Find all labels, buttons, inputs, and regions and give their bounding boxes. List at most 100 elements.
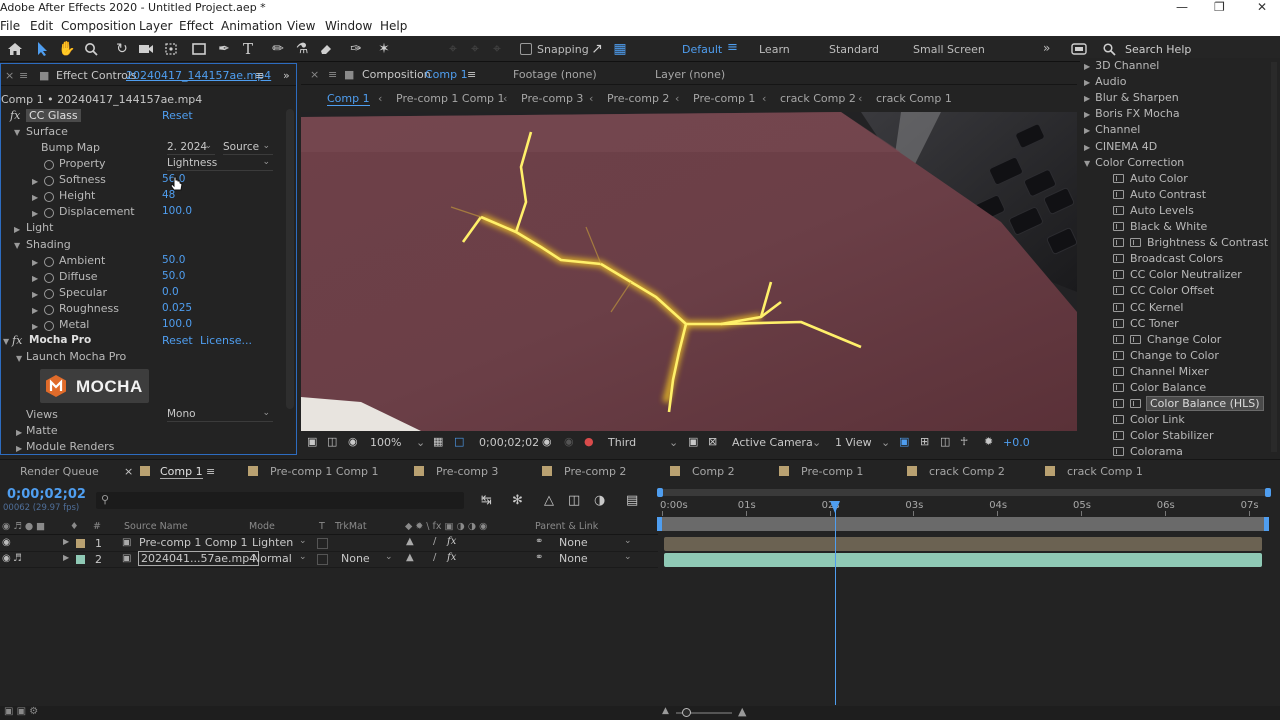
mocha-license[interactable]: License... (200, 334, 252, 347)
breadcrumb-pre-comp-1-comp-1[interactable]: Pre-comp 1 Comp 1 (396, 92, 505, 105)
work-area-range[interactable] (660, 517, 1268, 531)
puppet-tool-icon[interactable]: ✶ (375, 40, 393, 58)
mode-header[interactable]: Mode (249, 521, 275, 532)
parent-link-header[interactable]: Parent & Link (535, 521, 598, 532)
close-button[interactable]: ✕ (1257, 0, 1267, 14)
menu-view[interactable]: View (287, 19, 315, 33)
fx-switch-icon[interactable]: fx (447, 552, 456, 563)
channel-rgb-icon[interactable]: ● (584, 435, 594, 448)
effect-item[interactable]: Auto Levels (1113, 204, 1194, 217)
views-dropdown[interactable]: Mono ⌄ (167, 408, 273, 422)
close-tab-icon[interactable]: × (124, 465, 133, 478)
lock-icon[interactable]: ■ (344, 68, 354, 81)
eye-icon[interactable]: ◉ (348, 435, 358, 448)
exposure-value[interactable]: +0.0 (1003, 436, 1030, 449)
tab-menu-icon[interactable]: ≡ (255, 69, 264, 82)
work-area-bar[interactable] (660, 489, 1268, 496)
layer-blend-mode[interactable]: Normal (252, 552, 292, 565)
snap-extents-icon[interactable]: ▦ (611, 40, 629, 58)
menu-effect[interactable]: Effect (179, 19, 214, 33)
fit-icon[interactable]: ▦ (433, 435, 443, 448)
eraser-tool-icon[interactable] (317, 40, 335, 58)
view-layout-dropdown[interactable]: 1 View (835, 436, 872, 449)
pen-tool-icon[interactable]: ✒ (215, 40, 233, 58)
menu-help[interactable]: Help (380, 19, 407, 33)
launch-mocha-label[interactable]: Launch Mocha Pro (26, 350, 126, 363)
timeline-icon[interactable]: ◫ (940, 435, 950, 448)
ambient-value[interactable]: 50.0 (162, 254, 185, 266)
effects-scrollbar[interactable] (1271, 62, 1277, 452)
chevron-down-icon[interactable]: ⌄ (385, 552, 393, 562)
snap-edges-icon[interactable]: ↗ (588, 40, 606, 58)
timeline-zoom-slider-handle[interactable] (682, 708, 691, 717)
trkmat-header[interactable]: TrkMat (335, 521, 367, 532)
matte-twirl-icon[interactable]: ▶ (16, 428, 22, 437)
work-area-end-handle[interactable] (1265, 488, 1271, 497)
flowchart-icon[interactable]: ☥ (960, 435, 968, 448)
lock-icon[interactable]: ■ (39, 69, 49, 82)
roto-brush-tool-icon[interactable]: ✑ (347, 40, 365, 58)
preserve-transparency-checkbox[interactable] (317, 554, 328, 565)
tab-menu-icon[interactable]: ≡ (206, 465, 215, 478)
toggle-switches-icon[interactable]: ▣ ▣ ⚙ (4, 706, 38, 717)
close-tab-icon[interactable]: × (5, 69, 14, 82)
show-snapshot-icon[interactable]: ◉ (564, 435, 574, 448)
mocha-twirl-icon[interactable]: ▼ (3, 337, 9, 346)
effect-item-selected[interactable]: Color Balance (HLS) (1113, 396, 1264, 412)
effect-item[interactable]: CC Toner (1113, 317, 1179, 330)
monitor-icon[interactable]: ◫ (327, 435, 337, 448)
search-help-input[interactable]: Search Help (1125, 43, 1191, 56)
cc-glass-reset[interactable]: Reset (162, 109, 193, 122)
zoom-in-icon[interactable]: ▲ (738, 705, 746, 718)
stopwatch-icon[interactable] (44, 273, 54, 283)
more-workspaces-icon[interactable]: » (1043, 41, 1050, 55)
effect-item[interactable]: Brightness & Contrast (1113, 236, 1268, 249)
axis-local-icon[interactable]: ⌖ (444, 40, 462, 58)
layer-tab[interactable]: Layer (none) (655, 68, 725, 81)
effect-category[interactable]: ▶ Boris FX Mocha (1084, 107, 1180, 120)
clone-stamp-tool-icon[interactable]: ⚗ (293, 40, 311, 58)
toggle-pixel-aspect-icon[interactable]: ▣ (899, 435, 909, 448)
camera-dropdown[interactable]: Active Camera (732, 436, 813, 449)
layer-trkmat[interactable]: None (341, 552, 370, 565)
shy-switch-icon[interactable]: ▲ (406, 552, 414, 563)
breadcrumb-pre-comp-2[interactable]: Pre-comp 2 (607, 92, 669, 105)
stopwatch-icon[interactable] (44, 257, 54, 267)
mocha-pro-effect-name[interactable]: Mocha Pro (29, 334, 91, 346)
footage-tab[interactable]: Footage (none) (513, 68, 597, 81)
launch-mocha-twirl-icon[interactable]: ▼ (16, 354, 22, 363)
quality-switch-icon[interactable]: / (433, 552, 436, 563)
mocha-reset[interactable]: Reset (162, 334, 193, 347)
shy-switch-icon[interactable]: ▲ (406, 536, 414, 547)
layer-duration-bar[interactable] (664, 553, 1262, 567)
zoom-out-icon[interactable]: ▲ (662, 706, 669, 716)
effect-item[interactable]: CC Color Offset (1113, 284, 1214, 297)
chevron-down-icon[interactable]: ⌄ (624, 552, 632, 562)
property-dropdown[interactable]: Lightness ⌄ (167, 157, 273, 171)
effect-item[interactable]: Color Link (1113, 413, 1185, 426)
effect-item[interactable]: Channel Mixer (1113, 365, 1209, 378)
camera-tool-icon[interactable] (137, 40, 155, 58)
timeline-timecode[interactable]: 0;00;02;02 (7, 487, 86, 502)
layer-parent[interactable]: None (559, 552, 588, 565)
render-queue-tab[interactable]: Render Queue (20, 465, 99, 478)
softness-twirl-icon[interactable]: ▶ (32, 177, 38, 186)
chevron-down-icon[interactable]: ⌄ (881, 436, 890, 449)
stopwatch-icon[interactable] (44, 160, 54, 170)
layer-source-name[interactable]: 2024041...57ae.mp4 (137, 551, 260, 566)
draft-3d-icon[interactable]: ✻ (512, 493, 523, 508)
effect-category[interactable]: ▶ 3D Channel (1084, 59, 1159, 72)
fx-toggle-icon[interactable]: fx (12, 334, 22, 347)
timeline-tab-pre-comp-1-comp-1[interactable]: Pre-comp 1 Comp 1 (248, 465, 379, 478)
layer-duration-bar[interactable] (664, 537, 1262, 551)
pick-whip-icon[interactable]: ⚭ (535, 536, 543, 547)
workspace-default[interactable]: Default (682, 43, 722, 56)
work-area-range-start[interactable] (657, 517, 662, 531)
module-renders-twirl-icon[interactable]: ▶ (16, 444, 22, 453)
rotation-tool-icon[interactable]: ↻ (113, 40, 131, 58)
work-area-range-end[interactable] (1264, 517, 1269, 531)
zoom-tool-icon[interactable] (82, 40, 100, 58)
layer-blend-mode[interactable]: Lighten (252, 536, 293, 549)
effect-item[interactable]: Auto Color (1113, 172, 1188, 185)
workspace-small-screen[interactable]: Small Screen (913, 43, 985, 56)
